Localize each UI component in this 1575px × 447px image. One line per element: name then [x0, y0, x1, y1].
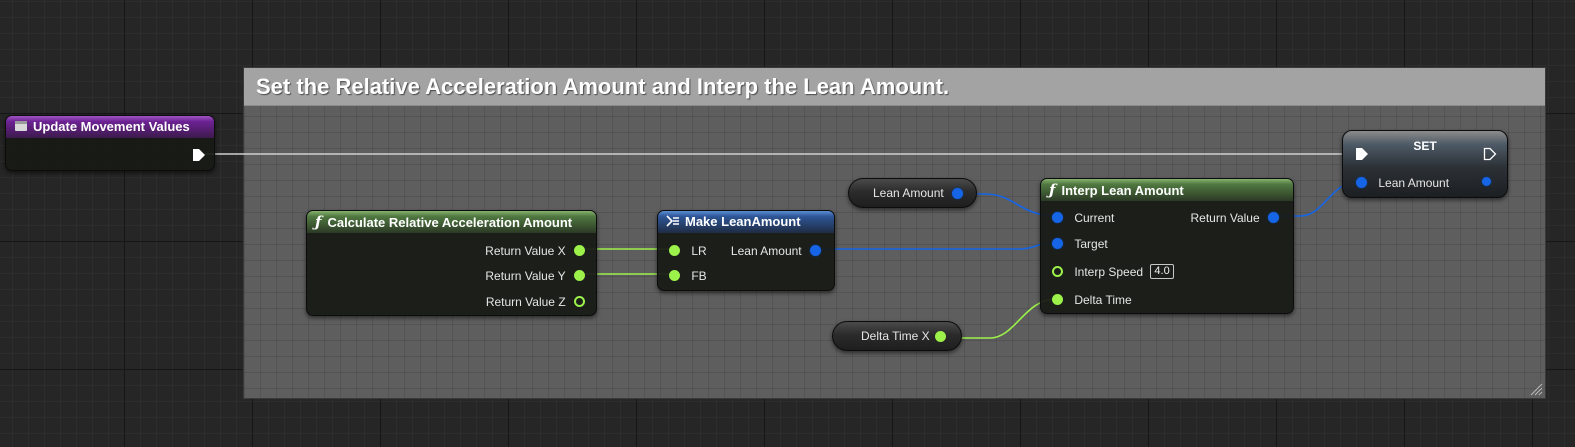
pin-set-lean-amount-in[interactable]: Lean Amount — [1356, 175, 1449, 190]
pin-label: Return Value Z — [485, 294, 566, 309]
calculate-relative-acceleration-node[interactable]: ƒ Calculate Relative Acceleration Amount … — [306, 210, 597, 316]
pin-label: Return Value X — [485, 243, 566, 258]
exec-out-pin[interactable] — [192, 148, 206, 162]
event-icon — [15, 121, 27, 131]
float-pin-icon — [574, 270, 585, 282]
pin-delta-time[interactable]: Delta Time — [1052, 292, 1132, 307]
function-icon: ƒ — [1049, 181, 1056, 199]
pin-label: Lean Amount — [730, 243, 802, 258]
pin-label: Target — [1074, 236, 1108, 251]
pin-interp-speed[interactable]: Interp Speed 4.0 — [1052, 264, 1174, 280]
lean-var-label: Lean Amount — [873, 186, 944, 200]
exec-in-pin[interactable] — [1355, 147, 1369, 161]
comment-title[interactable]: Set the Relative Acceleration Amount and… — [244, 68, 1545, 106]
struct-pin-icon[interactable] — [952, 188, 963, 199]
float-pin-icon — [574, 296, 585, 308]
update-movement-values-node[interactable]: Update Movement Values — [5, 115, 215, 171]
pin-fb[interactable]: FB — [669, 268, 707, 283]
float-pin-icon — [1052, 294, 1063, 306]
delta-time-x-variable-node[interactable]: Delta Time X — [832, 321, 962, 351]
interp-header: ƒ Interp Lean Amount — [1041, 179, 1293, 201]
interp-title: Interp Lean Amount — [1061, 183, 1184, 198]
struct-make-icon — [666, 215, 679, 227]
delta-var-label: Delta Time X — [861, 329, 930, 343]
float-pin-icon[interactable] — [935, 331, 946, 342]
pin-label: Current — [1074, 210, 1115, 225]
event-header: Update Movement Values — [6, 116, 214, 138]
pin-label: Return Value — [1190, 210, 1260, 225]
float-pin-icon — [669, 245, 680, 257]
pin-return-value-x[interactable]: Return Value X — [485, 243, 585, 258]
struct-pin-icon — [1052, 238, 1063, 250]
float-pin-icon — [669, 270, 680, 282]
calc-title: Calculate Relative Acceleration Amount — [327, 215, 573, 230]
pin-lr[interactable]: LR — [669, 243, 707, 258]
struct-pin-icon — [1052, 212, 1063, 224]
make-lean-amount-node[interactable]: Make LeanAmount LR FB Lean Amount — [657, 210, 835, 291]
set-lean-amount-node[interactable]: SET Lean Amount — [1342, 130, 1508, 198]
pin-return-value[interactable]: Return Value — [1190, 210, 1279, 225]
pin-return-value-z[interactable]: Return Value Z — [486, 294, 585, 309]
float-pin-icon — [574, 245, 585, 257]
exec-out-pin[interactable] — [1483, 147, 1497, 161]
pin-return-value-y[interactable]: Return Value Y — [485, 268, 585, 283]
event-title: Update Movement Values — [33, 119, 190, 134]
pin-label: Delta Time — [1074, 292, 1132, 307]
struct-pin-icon — [810, 245, 821, 257]
pin-target[interactable]: Target — [1052, 236, 1108, 251]
pin-label: LR — [691, 243, 707, 258]
float-pin-icon — [1052, 266, 1063, 278]
pin-label: Interp Speed — [1074, 264, 1144, 279]
interp-lean-amount-node[interactable]: ƒ Interp Lean Amount Current Target Inter… — [1040, 178, 1294, 314]
pin-label: Lean Amount — [1378, 175, 1450, 190]
lean-amount-variable-node[interactable]: Lean Amount — [848, 178, 977, 208]
function-icon: ƒ — [315, 213, 322, 231]
calc-header: ƒ Calculate Relative Acceleration Amount — [307, 211, 596, 233]
pin-lean-amount-out[interactable]: Lean Amount — [731, 243, 821, 258]
resize-grip-icon[interactable] — [1529, 382, 1543, 396]
struct-pin-icon[interactable] — [1482, 177, 1491, 186]
pin-label: FB — [691, 268, 707, 283]
make-header: Make LeanAmount — [658, 211, 834, 233]
struct-pin-icon — [1356, 177, 1367, 189]
make-title: Make LeanAmount — [685, 214, 801, 229]
pin-current[interactable]: Current — [1052, 210, 1114, 225]
struct-pin-icon — [1268, 212, 1279, 224]
interp-speed-value-field[interactable]: 4.0 — [1150, 264, 1174, 280]
pin-label: Return Value Y — [485, 268, 566, 283]
